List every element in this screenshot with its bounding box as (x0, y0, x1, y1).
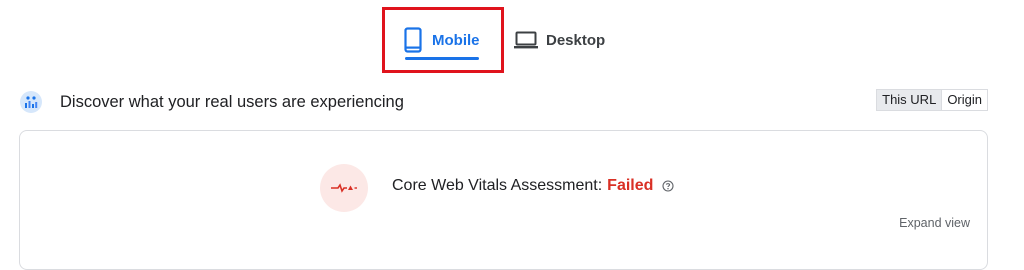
annotation-highlight-box (382, 7, 504, 73)
origin-option[interactable]: Origin (942, 90, 987, 110)
url-origin-toggle: This URL Origin (876, 89, 988, 111)
users-chart-icon (20, 91, 42, 113)
assessment-status: Failed (607, 177, 654, 194)
field-data-header: Discover what your real users are experi… (20, 89, 988, 115)
device-tabs: Mobile Desktop (0, 0, 1024, 76)
tab-desktop-label: Desktop (546, 31, 606, 49)
help-circle-icon[interactable] (662, 180, 674, 192)
pulse-failed-icon (320, 164, 368, 212)
assessment-label: Core Web Vitals Assessment: (392, 177, 603, 194)
field-data-heading: Discover what your real users are experi… (60, 92, 404, 111)
assessment-card: Core Web Vitals Assessment: Failed Expan… (19, 130, 988, 270)
laptop-icon (514, 31, 538, 49)
this-url-option[interactable]: This URL (877, 90, 943, 110)
assessment-summary: Core Web Vitals Assessment: Failed (392, 177, 674, 195)
expand-view-link[interactable]: Expand view (899, 216, 970, 230)
tab-desktop[interactable]: Desktop (514, 22, 605, 58)
